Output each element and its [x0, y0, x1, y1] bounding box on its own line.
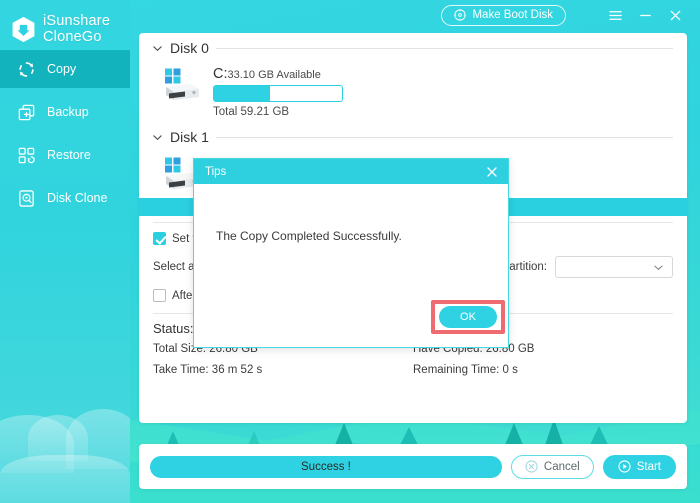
disk0-available: 33.10 GB Available: [227, 69, 321, 81]
disk1-header[interactable]: Disk 1: [139, 122, 687, 152]
close-icon[interactable]: [484, 164, 500, 180]
disk-clone-icon: [19, 189, 34, 207]
brand-line-2: CloneGo: [43, 28, 102, 45]
sidebar-item-restore[interactable]: Restore: [0, 136, 130, 174]
backup-plus-square-icon: [18, 104, 35, 120]
brand-logo: iSunshare CloneGo: [0, 0, 130, 50]
sidebar-item-label: Disk Clone: [47, 191, 108, 205]
sidebar-item-label: Restore: [47, 148, 91, 162]
refresh-circular-icon: [19, 61, 34, 77]
divider: [215, 47, 673, 49]
minimize-button[interactable]: [630, 2, 660, 28]
chevron-down-icon: [153, 45, 162, 51]
disk0-volume: C:33.10 GB Available Total 59.21 GB: [213, 67, 343, 118]
chevron-down-icon: [654, 265, 663, 270]
divider: [215, 136, 673, 138]
close-button[interactable]: [660, 2, 690, 28]
tips-dialog: Tips The Copy Completed Successfully. OK: [193, 158, 509, 348]
status-take-time: Take Time: 36 m 52 s: [153, 364, 263, 376]
disk0-title: Disk 0: [170, 40, 209, 56]
close-icon: [670, 10, 680, 20]
partition-field-label: artition:: [509, 261, 547, 273]
tips-dialog-titlebar: Tips: [194, 159, 508, 184]
sidebar-item-backup[interactable]: Backup: [0, 93, 130, 131]
cancel-button[interactable]: Cancel: [510, 454, 594, 479]
bottom-action-bar: Success ! Cancel Start: [139, 444, 687, 489]
cancel-circle-icon: [525, 460, 538, 473]
menu-button[interactable]: [600, 2, 630, 28]
sidebar-cloud-decoration: [0, 333, 130, 503]
progress-label: Success !: [301, 460, 351, 473]
sidebar-item-copy[interactable]: Copy: [0, 50, 130, 88]
restore-blocks-icon: [18, 147, 35, 163]
disk0-total: Total 59.21 GB: [213, 106, 290, 118]
tips-dialog-message: The Copy Completed Successfully.: [216, 229, 402, 243]
tips-dialog-title: Tips: [205, 165, 227, 178]
disk0-usage-bar: [213, 85, 343, 102]
disk0-drive-letter: C:: [213, 66, 228, 82]
title-bar: Make Boot Disk: [130, 0, 700, 30]
disk1-title: Disk 1: [170, 129, 209, 145]
ok-button-label: OK: [460, 311, 476, 323]
start-button[interactable]: Start: [602, 454, 676, 479]
application-window: iSunshare CloneGo Copy Backup Restore Di…: [0, 0, 700, 503]
disk0-header[interactable]: Disk 0: [139, 33, 687, 63]
sidebar: iSunshare CloneGo Copy Backup Restore Di…: [0, 0, 130, 503]
disk0-volume-label: C:33.10 GB Available: [213, 67, 343, 82]
make-boot-disk-label: Make Boot Disk: [472, 9, 553, 21]
sidebar-item-label: Backup: [47, 105, 89, 119]
progress-bar[interactable]: Success !: [150, 455, 502, 478]
status-remaining-time: Remaining Time: 0 s: [413, 364, 518, 376]
partition-select[interactable]: [555, 256, 673, 278]
windows-disk-icon: [161, 67, 203, 103]
brand-text: iSunshare CloneGo: [43, 13, 111, 45]
disk0-usage-fill: [214, 86, 271, 101]
ok-button[interactable]: OK: [439, 306, 497, 328]
brand-line-1: iSunshare: [43, 13, 111, 29]
make-boot-disk-button[interactable]: Make Boot Disk: [441, 4, 566, 26]
cancel-label: Cancel: [543, 460, 580, 473]
chevron-down-icon: [153, 134, 162, 140]
hexagon-download-icon: [12, 16, 35, 43]
sidebar-item-disk-clone[interactable]: Disk Clone: [0, 179, 130, 217]
minimize-icon: [639, 14, 651, 16]
sidebar-item-label: Copy: [47, 62, 77, 76]
play-circle-icon: [618, 460, 631, 473]
hamburger-menu-icon: [608, 10, 622, 20]
disc-icon: [454, 9, 467, 21]
set-target-checkbox[interactable]: [153, 232, 166, 245]
after-checkbox[interactable]: [153, 289, 166, 302]
start-label: Start: [636, 460, 661, 473]
select-partition-label: Select a: [153, 261, 195, 273]
disk0-row[interactable]: C:33.10 GB Available Total 59.21 GB: [139, 63, 687, 118]
